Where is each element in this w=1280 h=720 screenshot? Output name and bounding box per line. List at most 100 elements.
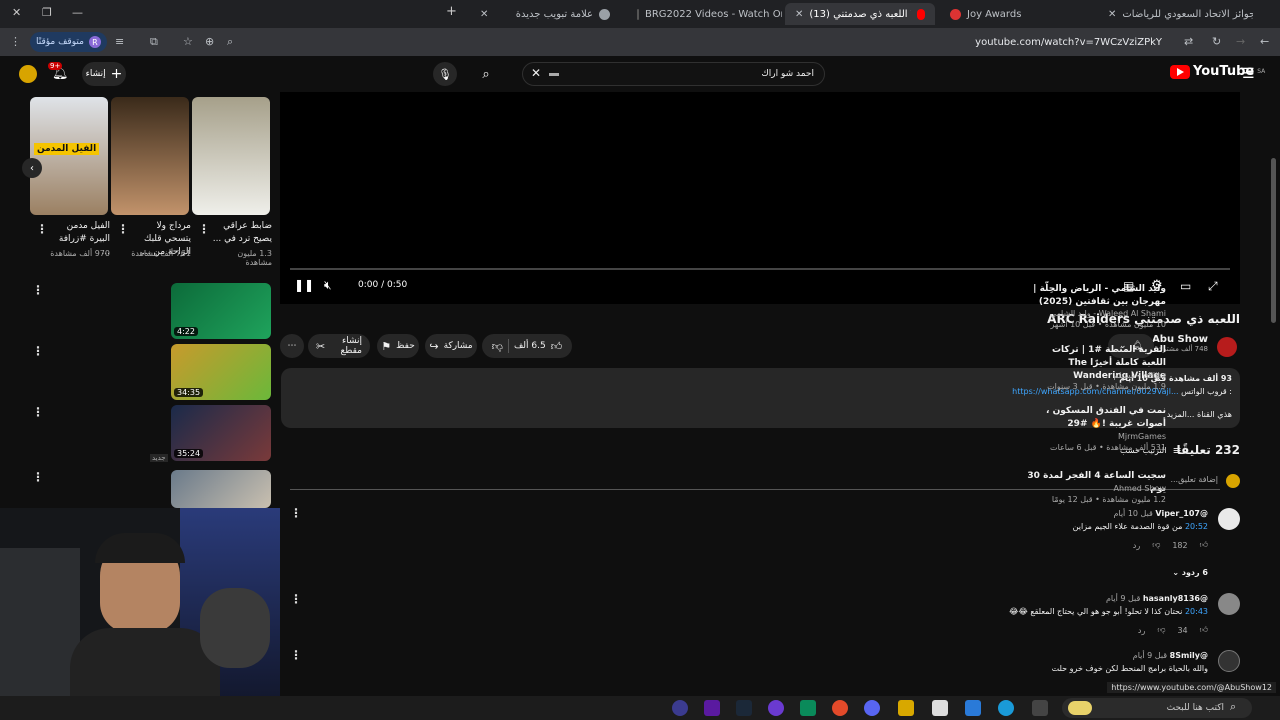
forward-icon[interactable]: → [1236, 35, 1245, 48]
reply-button[interactable]: رد [1133, 541, 1140, 550]
like-icon[interactable]: 👍︎ [1200, 625, 1208, 635]
file-explorer-icon[interactable] [898, 700, 914, 716]
reload-icon[interactable]: ↻ [1212, 35, 1221, 48]
close-tab-icon[interactable]: ✕ [795, 9, 803, 20]
short-thumbnail[interactable] [111, 97, 189, 215]
search-button[interactable]: ⌕ [468, 62, 504, 86]
channel-name[interactable]: oPiiLz - مستلم [1026, 370, 1166, 381]
close-tab-icon[interactable]: ✕ [1108, 9, 1116, 20]
new-tab-icon[interactable]: + [446, 4, 457, 19]
dislike-icon[interactable]: 👎︎ [1152, 540, 1160, 550]
short-views: 1.3 مليون مشاهدة [237, 249, 272, 267]
store-icon[interactable] [932, 700, 948, 716]
short-menu-icon[interactable]: ⋮ [36, 222, 48, 236]
short-thumbnail[interactable]: الفيل المدمن [30, 97, 108, 215]
commenter-avatar[interactable] [1218, 650, 1240, 672]
chrome-icon[interactable] [832, 700, 848, 716]
video-thumbnail[interactable]: 34:35 [171, 344, 271, 400]
scroll-left-button[interactable]: ‹ [22, 158, 42, 178]
app-icon[interactable] [672, 700, 688, 716]
tab-joy-awards[interactable]: Joy Awards [940, 3, 1090, 25]
add-comment-input[interactable]: إضافة تعليق... [1170, 475, 1218, 484]
keyboard-icon[interactable] [549, 73, 559, 76]
muted-volume-icon[interactable]: 🔇︎ [324, 278, 332, 293]
commenter-avatar[interactable] [1218, 508, 1240, 530]
site-settings-icon[interactable]: ⇄ [1184, 35, 1193, 48]
video-thumbnail[interactable] [171, 470, 271, 508]
search-input[interactable]: ✕ احمد شو اراك [522, 62, 825, 86]
tab-youtube-active[interactable]: ✕ (13) اللعبه ذي صدمتني YouTube [785, 3, 935, 25]
theater-mode-icon[interactable]: ▭ [1180, 279, 1191, 293]
comment-menu-icon[interactable]: ⋮ [290, 648, 302, 662]
url-field[interactable]: youtube.com/watch?v=7WCzVziZPkY [140, 31, 1170, 53]
short-menu-icon[interactable]: ⋮ [198, 222, 210, 236]
profile-paused-pill[interactable]: متوقف مؤقتًا R [30, 32, 107, 52]
dislike-icon[interactable]: 👎︎ [1157, 625, 1165, 635]
close-tab-icon[interactable]: ✕ [480, 9, 488, 20]
tab-brg2022[interactable]: BRG2022 Videos - Watch On-D [627, 3, 782, 25]
page-scrollbar-thumb[interactable] [1271, 158, 1276, 323]
pause-icon[interactable]: ❚❚ [294, 278, 314, 292]
discord-icon[interactable] [864, 700, 880, 716]
restore-window-icon[interactable]: ❐ [42, 6, 52, 19]
commenter-avatar[interactable] [1218, 593, 1240, 615]
video-title-link[interactable]: وليد الشامي - الرياض والحِلّة | مهرجان ب… [1026, 283, 1166, 309]
video-thumbnail[interactable]: 35:24 [171, 405, 271, 461]
next-app-icon[interactable] [704, 700, 720, 716]
webcam-overlay [0, 508, 280, 720]
voice-search-button[interactable]: 🎙︎ [433, 62, 457, 86]
video-meta: 1.9 مليون مشاهدة • قبل 3 سنوات [1047, 382, 1166, 391]
share-button[interactable]: ↪︎ مشاركة [425, 334, 477, 358]
clear-search-icon[interactable]: ✕ [531, 66, 541, 80]
progress-bar[interactable] [290, 268, 1230, 270]
more-actions-button[interactable]: ⋯ [280, 334, 304, 358]
video-menu-icon[interactable]: ⋮ [32, 405, 44, 419]
short-title[interactable]: ضابط عراقي يصيح ترد في ... [210, 220, 272, 246]
tab-new-tab[interactable]: ✕ علامة تبويب جديدة [470, 3, 620, 25]
video-player[interactable]: ❚❚ 🔇︎ 0:00 / 0:50 ▤ ⚙︎ ▭ ⤢ [280, 92, 1240, 304]
copilot-icon[interactable] [965, 700, 981, 716]
comment-menu-icon[interactable]: ⋮ [290, 592, 302, 606]
tab-saudi-federation[interactable]: ✕ جوائز الاتحاد السعودي للرياضات [1098, 3, 1253, 25]
channel-name[interactable]: MjrmGames [1026, 431, 1166, 442]
channel-name[interactable]: Waleed Al Shami - وليد الشامي [1026, 308, 1166, 319]
sort-icon: ≡ [1172, 444, 1182, 457]
close-window-icon[interactable]: ✕ [12, 6, 21, 19]
channel-avatar[interactable] [1217, 337, 1237, 357]
comment-menu-icon[interactable]: ⋮ [290, 506, 302, 520]
create-button[interactable]: إنشاء + [82, 62, 126, 86]
short-thumbnail[interactable] [192, 97, 270, 215]
save-button[interactable]: ⚑ حفظ [377, 334, 419, 358]
video-title-link[interactable]: نمت في الفندق المسكون ، أصوات غريبة !🔥 #… [1026, 405, 1166, 431]
dislike-icon[interactable]: 👎︎ [492, 340, 503, 353]
show-more-link[interactable]: هذي القناة ...المزيد [1167, 410, 1232, 419]
like-count[interactable]: 6.5 ألف [514, 341, 546, 351]
microphone-icon: 🎙︎ [438, 67, 452, 81]
guide-menu-icon[interactable]: ☰ [1242, 66, 1255, 82]
timestamp-link[interactable]: 20:52 [1185, 522, 1208, 531]
like-icon[interactable]: 👍︎ [551, 340, 563, 353]
clip-button[interactable]: ✂︎ إنشاء مقطع [308, 334, 370, 358]
replies-toggle[interactable]: 6 ردود ⌄ [1172, 568, 1208, 577]
minimize-window-icon[interactable]: — [72, 6, 83, 19]
menu-dots-icon[interactable]: ⋮ [10, 35, 21, 48]
video-menu-icon[interactable]: ⋮ [32, 283, 44, 297]
steam-icon[interactable] [736, 700, 752, 716]
media-control-icon[interactable]: ≡ [115, 35, 124, 48]
reply-button[interactable]: رد [1138, 626, 1145, 635]
task-view-icon[interactable] [1032, 700, 1048, 716]
fullscreen-icon[interactable]: ⤢ [1208, 279, 1218, 294]
account-avatar[interactable] [19, 65, 37, 83]
back-icon[interactable]: ← [1260, 35, 1269, 48]
channel-name[interactable]: Ahmed Show [1026, 483, 1166, 494]
comments-count: 232 تعليقًا [1176, 443, 1240, 457]
video-menu-icon[interactable]: ⋮ [32, 344, 44, 358]
edge-icon[interactable] [998, 700, 1014, 716]
app-icon[interactable] [800, 700, 816, 716]
timestamp-link[interactable]: 20:43 [1185, 607, 1208, 616]
app-icon[interactable] [768, 700, 784, 716]
like-icon[interactable]: 👍︎ [1200, 540, 1208, 550]
video-thumbnail[interactable]: 4:22 [171, 283, 271, 339]
short-menu-icon[interactable]: ⋮ [117, 222, 129, 236]
video-menu-icon[interactable]: ⋮ [32, 470, 44, 484]
